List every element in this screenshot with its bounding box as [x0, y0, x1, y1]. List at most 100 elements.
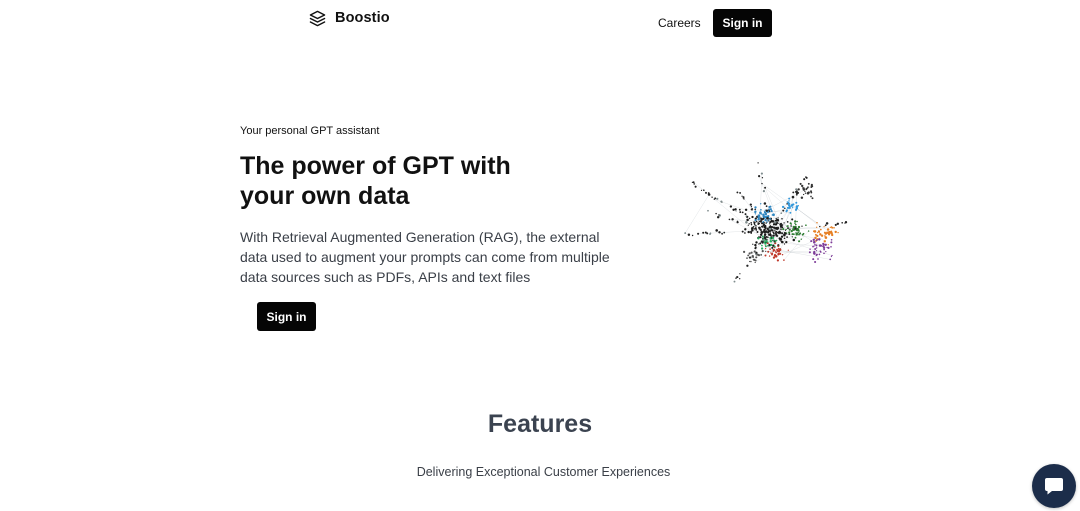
graph-node: [767, 229, 770, 231]
graph-node: [773, 234, 775, 236]
graph-node: [768, 255, 771, 257]
graph-node: [752, 258, 755, 261]
graph-node: [716, 197, 719, 200]
graph-node: [792, 238, 796, 242]
hero-sign-in-button[interactable]: Sign in: [257, 302, 316, 331]
graph-node: [812, 238, 816, 242]
graph-node: [800, 196, 804, 199]
graph-node: [721, 232, 723, 235]
graph-node: [789, 211, 792, 214]
graph-node: [736, 191, 739, 194]
graph-node: [771, 246, 774, 249]
hero-description: With Retrieval Augmented Generation (RAG…: [240, 229, 610, 285]
graph-node: [817, 230, 821, 233]
graph-node: [780, 212, 783, 215]
graph-node: [751, 215, 754, 219]
graph-node: [834, 230, 837, 234]
graph-node: [700, 189, 703, 192]
graph-node: [792, 206, 794, 209]
page: Boostio Careers Sign in Your personal GP…: [0, 0, 1080, 511]
graph-node: [766, 220, 768, 222]
graph-node: [765, 240, 768, 243]
graph-node: [813, 240, 816, 244]
graph-node: [759, 242, 762, 245]
graph-node: [733, 280, 736, 283]
graph-node: [731, 218, 734, 221]
graph-node: [764, 245, 767, 248]
graph-node: [755, 220, 758, 223]
graph-node: [753, 228, 756, 230]
graph-node: [751, 251, 753, 254]
graph-node: [759, 228, 762, 231]
brand-logo-link[interactable]: Boostio: [309, 9, 390, 27]
graph-node: [805, 176, 807, 178]
graph-node: [785, 232, 788, 234]
graph-node: [753, 250, 756, 253]
graph-node: [745, 221, 748, 224]
graph-node: [807, 230, 810, 232]
graph-node: [780, 235, 784, 238]
graph-node: [812, 245, 814, 248]
graph-node: [741, 211, 744, 214]
chat-launcher-button[interactable]: [1032, 464, 1076, 508]
graph-node: [823, 252, 825, 255]
graph-node: [757, 162, 759, 164]
graph-node: [759, 211, 762, 214]
graph-node: [780, 238, 783, 241]
graph-node: [815, 247, 818, 249]
graph-node: [814, 247, 817, 251]
graph-edge: [796, 208, 820, 227]
graph-node: [801, 225, 803, 227]
graph-node: [792, 191, 795, 194]
graph-node: [754, 243, 757, 247]
graph-node: [810, 240, 813, 243]
nav-link-careers[interactable]: Careers: [658, 16, 701, 30]
graph-node: [796, 190, 798, 192]
graph-node: [771, 236, 775, 240]
graph-node: [703, 189, 705, 191]
graph-node: [825, 250, 827, 253]
graph-node: [761, 218, 764, 221]
graph-node: [794, 220, 797, 223]
graph-node: [761, 225, 763, 228]
graph-node: [752, 243, 754, 245]
graph-node: [826, 231, 829, 234]
graph-node: [824, 224, 827, 227]
graph-node: [797, 225, 801, 229]
graph-node: [833, 226, 835, 229]
graph-node: [788, 205, 791, 209]
graph-node: [777, 227, 780, 230]
graph-node: [762, 190, 765, 193]
graph-node: [817, 258, 819, 260]
graph-node: [754, 210, 757, 213]
graph-node: [771, 220, 775, 223]
graph-node: [755, 241, 758, 244]
graph-node: [781, 240, 784, 244]
graph-node: [763, 216, 766, 218]
graph-node: [767, 236, 769, 239]
graph-node: [754, 246, 757, 249]
graph-node: [769, 208, 772, 211]
graph-node: [788, 231, 791, 234]
graph-node: [758, 175, 761, 178]
graph-node: [824, 243, 827, 247]
graph-edge: [739, 192, 753, 210]
graph-node: [818, 253, 821, 256]
graph-node: [764, 186, 767, 189]
graph-node: [802, 193, 805, 196]
graph-node: [769, 217, 772, 220]
graph-node: [755, 229, 758, 231]
graph-node: [819, 225, 821, 228]
graph-node: [707, 192, 710, 194]
graph-node: [802, 187, 805, 190]
graph-node: [769, 240, 773, 243]
graph-node: [754, 261, 756, 264]
graph-node: [775, 251, 778, 254]
graph-node: [760, 208, 762, 211]
graph-node: [761, 235, 764, 238]
graph-node: [831, 233, 834, 237]
graph-node: [760, 230, 763, 234]
graph-node: [759, 233, 763, 236]
header-sign-in-button[interactable]: Sign in: [713, 9, 772, 37]
graph-node: [829, 258, 832, 261]
